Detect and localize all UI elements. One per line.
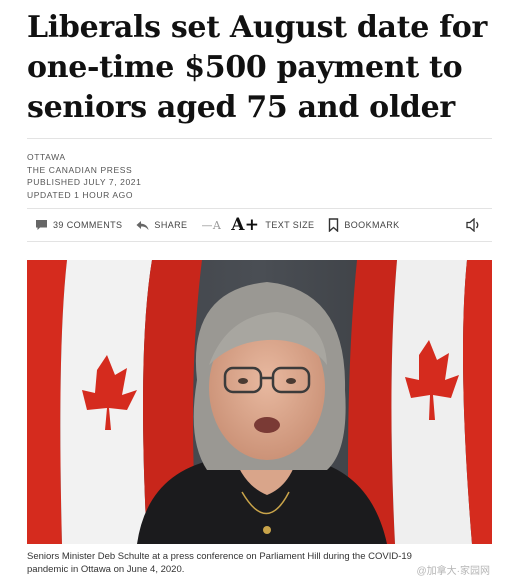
share-button[interactable]: SHARE <box>136 220 187 231</box>
article-photo <box>27 260 492 544</box>
bookmark-label: BOOKMARK <box>344 220 400 230</box>
divider <box>27 138 492 139</box>
watermark: @加拿大·家园网 <box>416 566 490 577</box>
meta-updated: UPDATED 1 HOUR AGO <box>27 189 134 200</box>
headline-line-3: seniors aged 75 and older <box>27 90 455 125</box>
comments-button[interactable]: 39 COMMENTS <box>35 219 122 231</box>
share-icon <box>136 220 149 230</box>
meta-location: OTTAWA <box>27 152 66 162</box>
meta-published: PUBLISHED JULY 7, 2021 <box>27 177 142 187</box>
comments-label: 39 COMMENTS <box>53 220 123 230</box>
article-toolbar: 39 COMMENTS SHARE —A A+ TEXT SIZE BOOKMA… <box>27 208 492 242</box>
comment-icon <box>36 220 47 230</box>
increase-text-size-button[interactable]: A+ <box>231 215 259 235</box>
share-label: SHARE <box>154 220 188 230</box>
meta-source: THE CANADIAN PRESS <box>27 164 133 175</box>
bookmark-button[interactable]: BOOKMARK <box>328 218 399 232</box>
press-conference-image <box>27 260 492 544</box>
headline-line-1: Liberals set August date for <box>27 10 487 45</box>
headline-line-2: one-time $500 payment to <box>27 50 463 85</box>
text-size-label: TEXT SIZE <box>265 220 315 230</box>
decrease-text-size-button[interactable]: —A <box>201 219 221 232</box>
text-size-button[interactable]: TEXT SIZE <box>265 220 314 230</box>
speaker-icon[interactable] <box>466 218 482 232</box>
article-headline: Liberals set August date for one-time $5… <box>27 8 497 128</box>
bookmark-icon <box>329 218 339 232</box>
article-meta: OTTAWA THE CANADIAN PRESS PUBLISHED JULY… <box>27 151 141 201</box>
